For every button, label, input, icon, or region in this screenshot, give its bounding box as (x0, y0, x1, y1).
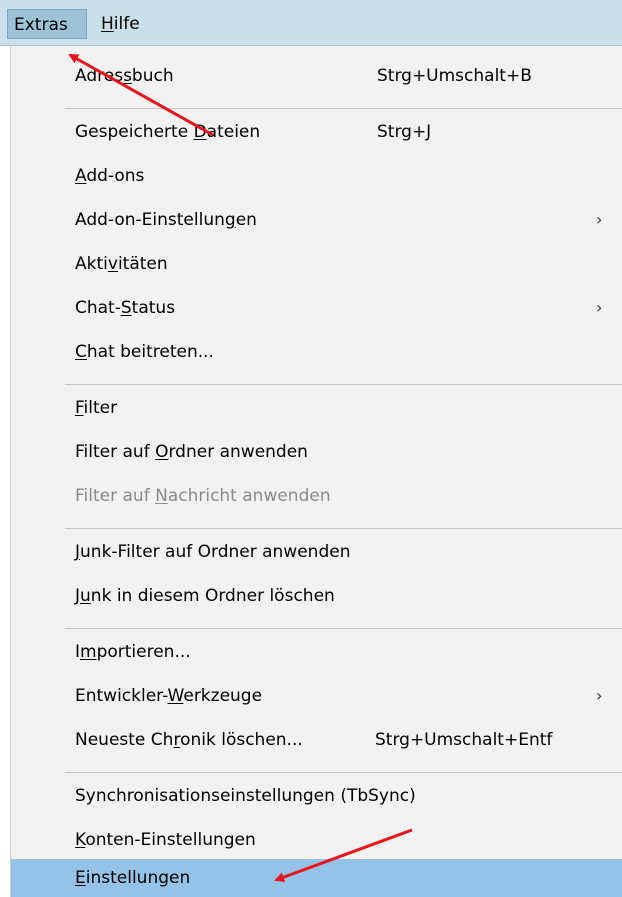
menu-item-label: Add-ons (75, 156, 144, 196)
label-part: portieren... (96, 642, 191, 662)
menu-item-label: Chat-Status (75, 288, 175, 328)
menu-item-label: Chat beitreten... (75, 332, 214, 372)
label-part: buch (131, 66, 174, 86)
accesskey: N (155, 486, 168, 506)
menu-item-label: Synchronisationseinstellungen (TbSync) (75, 776, 416, 816)
menu-item-label: Filter (75, 388, 117, 428)
menu-item-add-ons[interactable]: Add-ons (11, 156, 622, 196)
label-part: Entwickler- (75, 686, 168, 706)
label-part: Akti (75, 254, 108, 274)
menu-item-aktivitaeten[interactable]: Aktivitäten (11, 244, 622, 284)
menu-hilfe[interactable]: Hilfe (95, 9, 146, 39)
label-part: Add-on-Einstellun (75, 210, 225, 230)
menu-separator (65, 108, 622, 109)
label-part: ateien (206, 122, 261, 142)
shortcut-text: Strg+Umschalt+Entf (375, 730, 553, 750)
menu-item-label: Konten-Einstellungen (75, 820, 256, 860)
menu-hilfe-label: ilfe (113, 14, 140, 34)
label-part: en (235, 210, 257, 230)
label-part: Gespeicherte (75, 122, 194, 142)
menu-item-konten-einstellungen[interactable]: Konten-Einstellungen (11, 820, 622, 860)
accesskey: A (75, 166, 87, 186)
label-part: hat beitreten... (86, 342, 214, 362)
label-part: onten-Einstellungen (85, 830, 256, 850)
menu-item-junk-filter-auf-ordner[interactable]: Junk-Filter auf Ordner anwenden (11, 532, 622, 572)
label-part: Chat- (75, 298, 121, 318)
accesskey: u (80, 586, 91, 606)
menu-hilfe-accesskey: H (101, 14, 114, 34)
label-part: Filter auf (75, 442, 156, 462)
shortcut-text: Strg+J (377, 122, 432, 142)
menu-item-adressbuch[interactable]: Adressbuch Strg+Umschalt+B (11, 56, 622, 96)
menu-item-label: Gespeicherte Dateien (75, 112, 260, 152)
menu-separator (65, 528, 622, 529)
shortcut-text: Strg+Umschalt+B (377, 66, 532, 86)
accesskey: F (75, 398, 84, 418)
menu-item-label: Junk in diesem Ordner löschen (75, 576, 335, 616)
label-part: Neueste Ch (75, 730, 174, 750)
label-part: unk-Filter auf Ordner anwenden (80, 542, 351, 562)
extras-dropdown-menu: Adressbuch Strg+Umschalt+B Gespeicherte … (10, 46, 622, 897)
label-part: Filter auf (75, 486, 156, 506)
menu-item-filter[interactable]: Filter (11, 388, 622, 428)
label-part: ilter (83, 398, 118, 418)
chevron-right-icon: › (596, 298, 603, 317)
menu-item-label: Add-on-Einstellungen (75, 200, 257, 240)
accesskey: m (80, 642, 97, 662)
menu-item-filter-auf-nachricht: Filter auf Nachricht anwenden (11, 476, 622, 516)
menu-item-importieren[interactable]: Importieren... (11, 632, 622, 672)
chevron-right-icon: › (596, 686, 603, 705)
menu-item-label: Einstellungen (75, 859, 190, 897)
accesskey: W (167, 686, 184, 706)
label-part: achricht anwenden (167, 486, 331, 506)
label-part: rdner anwenden (168, 442, 308, 462)
chevron-right-icon: › (596, 210, 603, 229)
label-part: erkzeuge (183, 686, 263, 706)
accesskey: D (193, 122, 207, 142)
menu-item-label: Aktivitäten (75, 244, 168, 284)
menu-item-einstellungen[interactable]: Einstellungen (11, 859, 622, 897)
accesskey: O (155, 442, 169, 462)
label-part: instellungen (85, 868, 191, 888)
accesskey: g (224, 210, 236, 230)
menu-item-gespeicherte-dateien[interactable]: Gespeicherte Dateien Strg+J (11, 112, 622, 152)
accesskey: v (107, 254, 118, 274)
menu-item-label: Importieren... (75, 632, 191, 672)
menu-item-chronik-loeschen[interactable]: Neueste Chronik löschen... Strg+Umschalt… (11, 720, 622, 760)
accesskey: C (75, 342, 87, 362)
menu-item-chat-beitreten[interactable]: Chat beitreten... (11, 332, 622, 372)
menu-item-filter-auf-ordner[interactable]: Filter auf Ordner anwenden (11, 432, 622, 472)
menu-extras-label: Extras (14, 15, 68, 35)
menu-item-label: Filter auf Nachricht anwenden (75, 476, 331, 516)
menu-item-chat-status[interactable]: Chat-Status › (11, 288, 622, 328)
menu-extras[interactable]: Extras (7, 9, 87, 39)
accesskey: K (75, 830, 86, 850)
menu-item-label: Filter auf Ordner anwenden (75, 432, 308, 472)
menu-item-label: Entwickler-Werkzeuge (75, 676, 262, 716)
menu-item-entwickler-werkzeuge[interactable]: Entwickler-Werkzeuge › (11, 676, 622, 716)
label-part: nk in diesem Ordner löschen (90, 586, 335, 606)
menu-item-label: Neueste Chronik löschen... (75, 720, 303, 760)
menu-item-junk-loeschen[interactable]: Junk in diesem Ordner löschen (11, 576, 622, 616)
menu-item-label: Adressbuch (75, 56, 174, 96)
menu-item-add-on-einstellungen[interactable]: Add-on-Einstellungen › (11, 200, 622, 240)
menu-separator (65, 772, 622, 773)
label-part: tatus (131, 298, 176, 318)
menu-item-tbsync[interactable]: Synchronisationseinstellungen (TbSync) (11, 776, 622, 816)
label-part: itäten (117, 254, 168, 274)
label-part: Adres (75, 66, 124, 86)
accesskey: E (75, 868, 86, 888)
menu-separator (65, 628, 622, 629)
accesskey: s (123, 66, 132, 86)
menu-separator (65, 384, 622, 385)
menu-item-label: Junk-Filter auf Ordner anwenden (75, 532, 350, 572)
accesskey: S (120, 298, 132, 318)
label-part: Synchronisationseinstellungen (TbSync) (75, 786, 416, 806)
label-part: dd-ons (86, 166, 145, 186)
label-part: onik löschen... (180, 730, 303, 750)
menu-bar: Extras Hilfe (0, 0, 622, 46)
